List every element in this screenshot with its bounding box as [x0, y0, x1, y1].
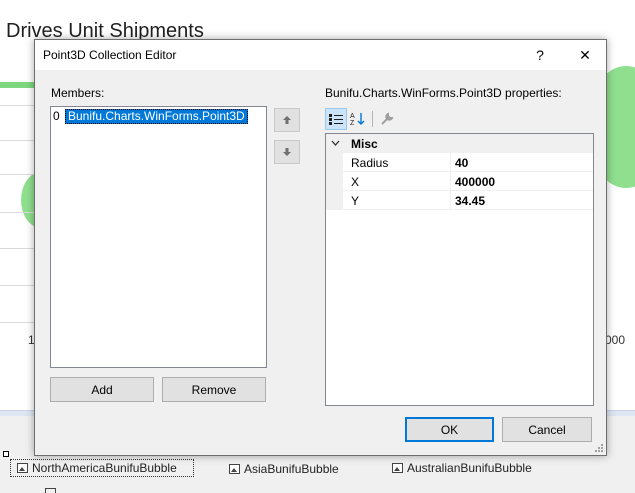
member-index: 0	[53, 109, 60, 123]
property-row-radius[interactable]: Radius 40	[326, 153, 593, 172]
add-button[interactable]: Add	[50, 377, 154, 402]
list-item[interactable]: 0 Bunifu.Charts.WinForms.Point3D	[53, 109, 248, 124]
column-splitter[interactable]	[450, 191, 451, 210]
chevron-down-icon[interactable]	[331, 140, 340, 147]
move-up-button[interactable]	[274, 108, 300, 132]
grid-gutter	[326, 172, 343, 191]
ok-button[interactable]: OK	[405, 417, 494, 442]
tray-item-label: AsiaBunifuBubble	[244, 462, 339, 476]
categorized-icon	[329, 114, 343, 125]
toolbar-separator	[372, 111, 373, 127]
tray-item-australian[interactable]: AustralianBunifuBubble	[392, 461, 532, 475]
tray-item-label: AustralianBunifuBubble	[407, 461, 532, 475]
alphabetical-view-button[interactable]: A Z	[347, 108, 369, 130]
chart-tick-label: 000	[605, 333, 626, 347]
component-icon	[17, 463, 28, 473]
property-name: Y	[351, 194, 360, 208]
grid-gutter	[326, 153, 343, 172]
members-label: Members:	[51, 86, 105, 100]
wrench-icon	[381, 112, 394, 125]
chart-bubble-fragment	[0, 82, 34, 88]
sort-az-icon: A Z	[350, 113, 365, 126]
column-splitter[interactable]	[450, 172, 451, 191]
selection-handle[interactable]	[3, 451, 9, 457]
collection-editor-dialog: Point3D Collection Editor ? ✕ Members: 0…	[34, 39, 607, 456]
property-name: X	[351, 175, 360, 189]
property-grid-toolbar: A Z	[325, 107, 398, 131]
column-splitter[interactable]	[450, 153, 451, 172]
cancel-button[interactable]: Cancel	[502, 417, 592, 442]
tray-item-label: NorthAmericaBunifuBubble	[32, 461, 177, 475]
property-value[interactable]: 400000	[455, 175, 495, 189]
arrow-up-icon	[283, 116, 291, 124]
svg-text:Z: Z	[350, 120, 355, 126]
property-value[interactable]: 34.45	[455, 194, 485, 208]
arrow-down-icon	[283, 148, 291, 156]
remove-button[interactable]: Remove	[162, 377, 266, 402]
categorized-view-button[interactable]	[325, 108, 347, 130]
member-label: Bunifu.Charts.WinForms.Point3D	[65, 109, 248, 124]
properties-label: Bunifu.Charts.WinForms.Point3D propertie…	[325, 86, 562, 100]
help-button[interactable]: ?	[520, 40, 560, 70]
tray-item-northamerica[interactable]: NorthAmericaBunifuBubble	[17, 461, 177, 475]
property-row-y[interactable]: Y 34.45	[326, 191, 593, 210]
move-down-button[interactable]	[274, 140, 300, 164]
component-icon	[229, 464, 240, 474]
category-row-misc[interactable]: Misc	[326, 134, 593, 153]
close-button[interactable]: ✕	[565, 40, 605, 70]
component-icon	[392, 463, 403, 473]
resize-grip-icon[interactable]	[594, 443, 604, 453]
category-label: Misc	[351, 137, 378, 151]
property-pages-button[interactable]	[376, 108, 398, 130]
dialog-title: Point3D Collection Editor	[43, 48, 177, 62]
members-list[interactable]: 0 Bunifu.Charts.WinForms.Point3D	[50, 106, 267, 368]
grid-gutter	[326, 191, 343, 210]
svg-text:A: A	[350, 113, 355, 120]
property-row-x[interactable]: X 400000	[326, 172, 593, 191]
title-bar: Point3D Collection Editor ? ✕	[35, 40, 606, 70]
property-name: Radius	[351, 156, 389, 170]
property-value[interactable]: 40	[455, 156, 468, 170]
tray-item-asia[interactable]: AsiaBunifuBubble	[229, 462, 339, 476]
property-grid[interactable]: Misc Radius 40 X 400000 Y 34.45	[325, 133, 594, 406]
component-icon	[45, 488, 56, 493]
